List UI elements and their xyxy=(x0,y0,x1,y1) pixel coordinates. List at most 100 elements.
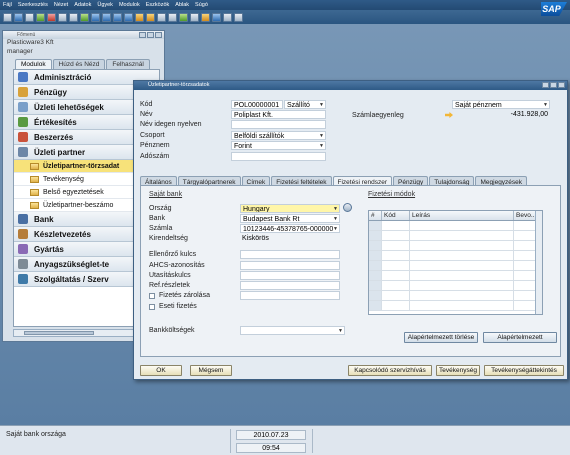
status-time: 09:54 xyxy=(236,443,306,453)
filter-icon[interactable] xyxy=(135,12,144,22)
currency-select[interactable]: Forint xyxy=(231,141,326,150)
table-row[interactable] xyxy=(369,301,542,311)
previous-record-icon[interactable] xyxy=(102,12,111,22)
tax-number-field[interactable] xyxy=(231,152,326,161)
print-icon[interactable] xyxy=(3,12,12,22)
module-label: Üzleti lehetőségek xyxy=(34,102,104,112)
bank-lookup-icon[interactable] xyxy=(343,203,352,212)
payment-block-checkbox[interactable] xyxy=(149,293,155,299)
target-document-icon[interactable] xyxy=(168,12,177,22)
tab-user-menu[interactable]: Felhasznál xyxy=(106,59,150,69)
bank-charges-label: Bankköltségek xyxy=(149,327,195,334)
table-row[interactable] xyxy=(369,271,542,281)
submenu-label: Belső egyeztetések xyxy=(43,188,104,196)
maximize-icon[interactable] xyxy=(147,32,154,38)
group-select[interactable]: Belföldi szállítók xyxy=(231,131,326,140)
bp-window-title: Üzletipartner-törzsadatok xyxy=(148,82,210,88)
folder-icon xyxy=(30,188,39,196)
menu-modules[interactable]: Modulok xyxy=(119,2,140,8)
email-icon[interactable] xyxy=(25,12,34,22)
single-payment-checkbox[interactable] xyxy=(149,304,155,310)
sort-icon[interactable] xyxy=(146,12,155,22)
control-key-field[interactable] xyxy=(240,250,340,259)
table-row[interactable] xyxy=(369,291,542,301)
bank-select[interactable]: Budapest Bank Rt xyxy=(240,214,340,223)
set-as-default-button[interactable]: Alapértelmezett xyxy=(483,332,557,343)
bank-label: Bank xyxy=(149,215,165,222)
gross-profit-icon[interactable] xyxy=(179,12,188,22)
module-label: Készletvezetés xyxy=(34,229,91,239)
next-record-icon[interactable] xyxy=(113,12,122,22)
payment-methods-section-title: Fizetési módok xyxy=(368,191,416,198)
bank-charges-select[interactable] xyxy=(240,326,345,335)
table-row[interactable] xyxy=(369,241,542,251)
close-icon[interactable] xyxy=(155,32,162,38)
close-icon[interactable] xyxy=(558,82,565,88)
first-record-icon[interactable] xyxy=(91,12,100,22)
table-row[interactable] xyxy=(369,281,542,291)
menu-edit[interactable]: Szerkesztés xyxy=(18,2,48,8)
preview-icon[interactable] xyxy=(14,12,23,22)
foreign-name-label: Név idegen nyelven xyxy=(140,121,202,128)
scrollbar-thumb[interactable] xyxy=(24,331,94,335)
bp-type-select[interactable]: Szállító xyxy=(284,100,326,109)
layout-designer-icon[interactable] xyxy=(190,12,199,22)
pdf-icon[interactable] xyxy=(47,12,56,22)
balance-currency-select[interactable]: Saját pénznem xyxy=(452,100,550,109)
menu-goto[interactable]: Ügyek xyxy=(97,2,113,8)
calculator-icon[interactable] xyxy=(223,12,232,22)
base-document-icon[interactable] xyxy=(157,12,166,22)
minimize-icon[interactable] xyxy=(139,32,146,38)
vertical-scrollbar[interactable] xyxy=(535,211,542,314)
reference-details-field[interactable] xyxy=(240,281,340,290)
word-icon[interactable] xyxy=(58,12,67,22)
maximize-icon[interactable] xyxy=(550,82,557,88)
code-label: Kód xyxy=(140,101,153,108)
ahcs-id-field[interactable] xyxy=(240,261,340,270)
find-icon[interactable] xyxy=(69,12,78,22)
menu-tools[interactable]: Eszközök xyxy=(146,2,170,8)
form-settings-icon[interactable] xyxy=(201,12,210,22)
name-field[interactable]: Poliplast Kft. xyxy=(231,110,326,119)
menu-data[interactable]: Adatok xyxy=(74,2,91,8)
form-icon xyxy=(30,175,39,183)
table-row[interactable] xyxy=(369,251,542,261)
table-row[interactable] xyxy=(369,261,542,271)
add-icon[interactable] xyxy=(80,12,89,22)
opportunities-icon xyxy=(18,102,28,112)
payment-methods-table[interactable]: # Kód Leírás Bevo... xyxy=(368,210,543,315)
menu-window[interactable]: Ablak xyxy=(175,2,189,8)
payment-block-reason-field[interactable] xyxy=(240,291,340,300)
menu-help[interactable]: Súgó xyxy=(195,2,208,8)
house-bank-section-title: Saját bank xyxy=(149,191,183,198)
company-name: Plasticware3 Kft xyxy=(7,39,54,46)
production-icon xyxy=(18,244,28,254)
linked-service-call-button[interactable]: Kapcsolódó szervizhívás xyxy=(348,365,432,376)
table-row[interactable] xyxy=(369,231,542,241)
cancel-button[interactable]: Mégsem xyxy=(190,365,232,376)
excel-icon[interactable] xyxy=(36,12,45,22)
tab-modules[interactable]: Modulok xyxy=(15,59,52,69)
message-icon[interactable] xyxy=(212,12,221,22)
instruction-key-field[interactable] xyxy=(240,271,340,280)
link-arrow-icon[interactable] xyxy=(445,112,453,118)
table-row[interactable] xyxy=(369,221,542,231)
country-select[interactable]: Hungary xyxy=(240,204,340,213)
single-payment-label: Eseti fizetés xyxy=(159,303,197,310)
menu-view[interactable]: Nézet xyxy=(54,2,68,8)
help-icon[interactable] xyxy=(234,12,243,22)
account-select[interactable]: 10123446-45378765-000000 xyxy=(240,224,340,233)
status-date: 2010.07.23 xyxy=(236,430,306,440)
activity-overview-button[interactable]: Tevékenységáttekintés xyxy=(484,365,564,376)
minimize-icon[interactable] xyxy=(542,82,549,88)
code-field[interactable]: POL00000001 xyxy=(231,100,283,109)
business-partners-icon xyxy=(18,147,28,157)
activity-button[interactable]: Tevékenység xyxy=(436,365,480,376)
tab-drag-relate[interactable]: Húzd és Nézd xyxy=(52,59,106,69)
menu-bar: Fájl Szerkesztés Nézet Adatok Ügyek Modu… xyxy=(0,0,570,10)
last-record-icon[interactable] xyxy=(124,12,133,22)
ok-button[interactable]: OK xyxy=(140,365,182,376)
menu-file[interactable]: Fájl xyxy=(3,2,12,8)
clear-default-button[interactable]: Alapértelmezett törlése xyxy=(404,332,478,343)
foreign-name-field[interactable] xyxy=(231,120,326,129)
